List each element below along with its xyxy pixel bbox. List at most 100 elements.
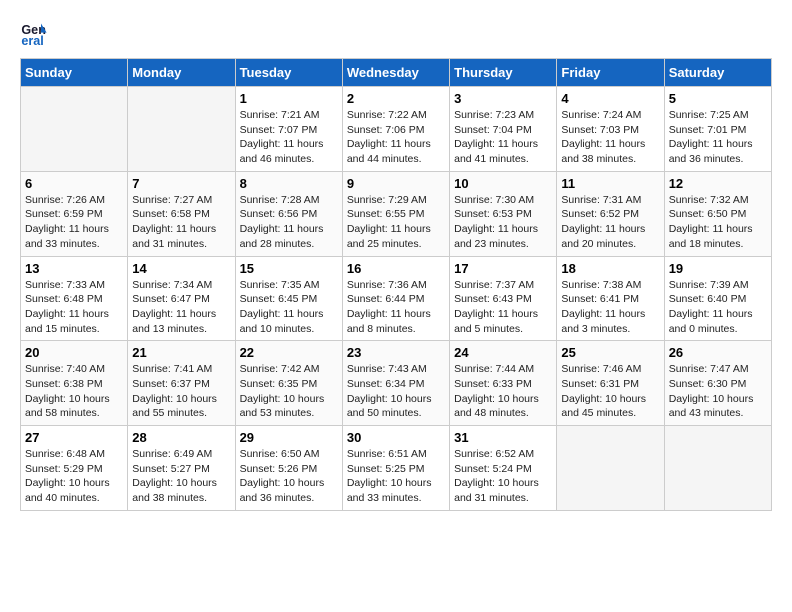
day-info: Sunrise: 7:36 AM Sunset: 6:44 PM Dayligh… [347,278,445,337]
calendar-cell [557,426,664,511]
calendar-cell: 18 Sunrise: 7:38 AM Sunset: 6:41 PM Dayli… [557,256,664,341]
day-number: 17 [454,261,552,276]
calendar-header-saturday: Saturday [664,59,771,87]
calendar-week-row: 13 Sunrise: 7:33 AM Sunset: 6:48 PM Dayli… [21,256,772,341]
calendar-cell [664,426,771,511]
day-info: Sunrise: 7:23 AM Sunset: 7:04 PM Dayligh… [454,108,552,167]
day-number: 19 [669,261,767,276]
day-info: Sunrise: 7:40 AM Sunset: 6:38 PM Dayligh… [25,362,123,421]
page-header: Gen eral [20,20,772,48]
day-info: Sunrise: 7:34 AM Sunset: 6:47 PM Dayligh… [132,278,230,337]
calendar-cell: 4 Sunrise: 7:24 AM Sunset: 7:03 PM Daylig… [557,87,664,172]
day-number: 18 [561,261,659,276]
day-info: Sunrise: 7:22 AM Sunset: 7:06 PM Dayligh… [347,108,445,167]
calendar-cell: 14 Sunrise: 7:34 AM Sunset: 6:47 PM Dayli… [128,256,235,341]
calendar-header-tuesday: Tuesday [235,59,342,87]
day-number: 14 [132,261,230,276]
day-info: Sunrise: 7:24 AM Sunset: 7:03 PM Dayligh… [561,108,659,167]
calendar-cell: 23 Sunrise: 7:43 AM Sunset: 6:34 PM Dayli… [342,341,449,426]
calendar-cell: 11Sunrise: 7:31 AM Sunset: 6:52 PM Dayli… [557,171,664,256]
calendar-week-row: 27Sunrise: 6:48 AM Sunset: 5:29 PM Dayli… [21,426,772,511]
day-number: 25 [561,345,659,360]
day-info: Sunrise: 7:38 AM Sunset: 6:41 PM Dayligh… [561,278,659,337]
calendar-week-row: 6Sunrise: 7:26 AM Sunset: 6:59 PM Daylig… [21,171,772,256]
day-number: 22 [240,345,338,360]
day-number: 16 [347,261,445,276]
calendar-cell: 6Sunrise: 7:26 AM Sunset: 6:59 PM Daylig… [21,171,128,256]
day-info: Sunrise: 7:32 AM Sunset: 6:50 PM Dayligh… [669,193,767,252]
day-info: Sunrise: 7:42 AM Sunset: 6:35 PM Dayligh… [240,362,338,421]
calendar-header-wednesday: Wednesday [342,59,449,87]
calendar-cell: 29 Sunrise: 6:50 AM Sunset: 5:26 PM Dayli… [235,426,342,511]
calendar-cell: 28 Sunrise: 6:49 AM Sunset: 5:27 PM Dayli… [128,426,235,511]
day-number: 13 [25,261,123,276]
calendar-header-sunday: Sunday [21,59,128,87]
calendar-cell: 31 Sunrise: 6:52 AM Sunset: 5:24 PM Dayli… [450,426,557,511]
day-number: 10 [454,176,552,191]
calendar-cell: 27Sunrise: 6:48 AM Sunset: 5:29 PM Dayli… [21,426,128,511]
calendar-cell: 3Sunrise: 7:23 AM Sunset: 7:04 PM Daylig… [450,87,557,172]
calendar-cell: 10 Sunrise: 7:30 AM Sunset: 6:53 PM Dayli… [450,171,557,256]
calendar-cell: 19Sunrise: 7:39 AM Sunset: 6:40 PM Dayli… [664,256,771,341]
calendar-cell: 7 Sunrise: 7:27 AM Sunset: 6:58 PM Daylig… [128,171,235,256]
day-info: Sunrise: 7:33 AM Sunset: 6:48 PM Dayligh… [25,278,123,337]
calendar-cell: 30 Sunrise: 6:51 AM Sunset: 5:25 PM Dayli… [342,426,449,511]
day-info: Sunrise: 7:46 AM Sunset: 6:31 PM Dayligh… [561,362,659,421]
day-info: Sunrise: 6:52 AM Sunset: 5:24 PM Dayligh… [454,447,552,506]
day-info: Sunrise: 7:35 AM Sunset: 6:45 PM Dayligh… [240,278,338,337]
calendar-cell: 5Sunrise: 7:25 AM Sunset: 7:01 PM Daylig… [664,87,771,172]
day-number: 24 [454,345,552,360]
day-number: 11 [561,176,659,191]
calendar-header-row: SundayMondayTuesdayWednesdayThursdayFrid… [21,59,772,87]
day-number: 23 [347,345,445,360]
day-info: Sunrise: 6:51 AM Sunset: 5:25 PM Dayligh… [347,447,445,506]
day-info: Sunrise: 7:47 AM Sunset: 6:30 PM Dayligh… [669,362,767,421]
calendar-cell [128,87,235,172]
day-number: 21 [132,345,230,360]
svg-text:eral: eral [21,34,43,48]
day-info: Sunrise: 7:43 AM Sunset: 6:34 PM Dayligh… [347,362,445,421]
calendar-cell: 9 Sunrise: 7:29 AM Sunset: 6:55 PM Daylig… [342,171,449,256]
day-number: 12 [669,176,767,191]
calendar-cell: 21 Sunrise: 7:41 AM Sunset: 6:37 PM Dayli… [128,341,235,426]
day-number: 7 [132,176,230,191]
calendar-cell: 20Sunrise: 7:40 AM Sunset: 6:38 PM Dayli… [21,341,128,426]
calendar-cell [21,87,128,172]
day-number: 1 [240,91,338,106]
calendar-cell: 15 Sunrise: 7:35 AM Sunset: 6:45 PM Dayli… [235,256,342,341]
day-number: 31 [454,430,552,445]
day-number: 9 [347,176,445,191]
calendar-cell: 25 Sunrise: 7:46 AM Sunset: 6:31 PM Dayli… [557,341,664,426]
calendar-cell: 1Sunrise: 7:21 AM Sunset: 7:07 PM Daylig… [235,87,342,172]
day-number: 6 [25,176,123,191]
day-info: Sunrise: 6:50 AM Sunset: 5:26 PM Dayligh… [240,447,338,506]
day-info: Sunrise: 6:49 AM Sunset: 5:27 PM Dayligh… [132,447,230,506]
calendar-cell: 22 Sunrise: 7:42 AM Sunset: 6:35 PM Dayli… [235,341,342,426]
day-number: 30 [347,430,445,445]
day-number: 28 [132,430,230,445]
day-info: Sunrise: 7:27 AM Sunset: 6:58 PM Dayligh… [132,193,230,252]
calendar-week-row: 20Sunrise: 7:40 AM Sunset: 6:38 PM Dayli… [21,341,772,426]
logo: Gen eral [20,20,52,48]
day-info: Sunrise: 7:28 AM Sunset: 6:56 PM Dayligh… [240,193,338,252]
calendar-cell: 17Sunrise: 7:37 AM Sunset: 6:43 PM Dayli… [450,256,557,341]
calendar-header-monday: Monday [128,59,235,87]
calendar-cell: 12 Sunrise: 7:32 AM Sunset: 6:50 PM Dayli… [664,171,771,256]
day-info: Sunrise: 7:44 AM Sunset: 6:33 PM Dayligh… [454,362,552,421]
day-number: 15 [240,261,338,276]
calendar-cell: 8 Sunrise: 7:28 AM Sunset: 6:56 PM Daylig… [235,171,342,256]
day-number: 5 [669,91,767,106]
day-number: 26 [669,345,767,360]
day-number: 8 [240,176,338,191]
calendar-cell: 13 Sunrise: 7:33 AM Sunset: 6:48 PM Dayli… [21,256,128,341]
calendar-cell: 24 Sunrise: 7:44 AM Sunset: 6:33 PM Dayli… [450,341,557,426]
calendar-week-row: 1Sunrise: 7:21 AM Sunset: 7:07 PM Daylig… [21,87,772,172]
day-number: 4 [561,91,659,106]
logo-icon: Gen eral [20,20,48,48]
day-number: 29 [240,430,338,445]
day-info: Sunrise: 7:41 AM Sunset: 6:37 PM Dayligh… [132,362,230,421]
day-number: 27 [25,430,123,445]
calendar-header-friday: Friday [557,59,664,87]
day-info: Sunrise: 7:29 AM Sunset: 6:55 PM Dayligh… [347,193,445,252]
day-info: Sunrise: 7:30 AM Sunset: 6:53 PM Dayligh… [454,193,552,252]
